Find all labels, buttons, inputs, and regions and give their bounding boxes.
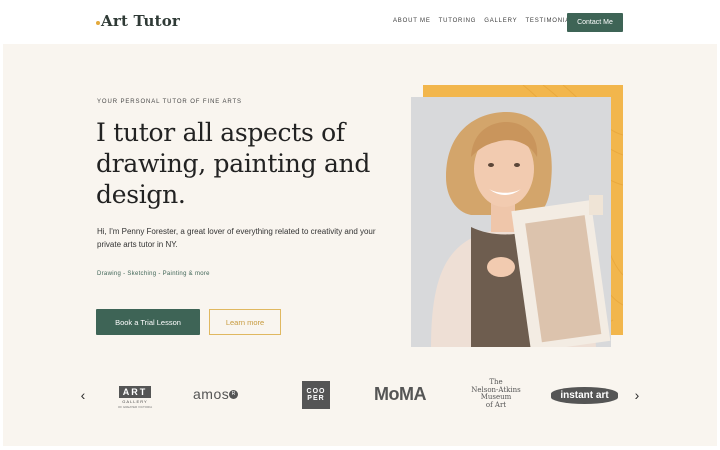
site-logo[interactable]: Art Tutor bbox=[96, 12, 180, 30]
logo-carousel-prev-button[interactable]: ‹ bbox=[78, 387, 88, 403]
logo-dot bbox=[96, 21, 100, 25]
learn-more-button[interactable]: Learn more bbox=[209, 309, 281, 335]
logo-carousel-next-button[interactable]: › bbox=[632, 387, 642, 403]
art-gallery-logo-sub1: GALLERY bbox=[122, 398, 148, 404]
moma-logo: MoMA bbox=[374, 384, 426, 404]
site-header: Art Tutor ABOUT ME TUTORING GALLERY TEST… bbox=[0, 0, 720, 44]
nav-about-me[interactable]: ABOUT ME bbox=[393, 18, 431, 24]
art-gallery-logo-main: ART bbox=[118, 385, 152, 398]
cooper-logo-line1: COO bbox=[306, 388, 326, 395]
main-nav: ABOUT ME TUTORING GALLERY TESTIMONIALS bbox=[393, 18, 579, 24]
amos-logo-mark: R bbox=[229, 389, 239, 399]
nav-tutoring[interactable]: TUTORING bbox=[439, 18, 477, 24]
tutor-portrait-illustration bbox=[411, 97, 611, 347]
cooper-logo-line2: PER bbox=[307, 395, 325, 402]
tutor-photo bbox=[411, 97, 611, 347]
nelson-atkins-logo: The Nelson-Atkins Museum of Art bbox=[463, 378, 529, 409]
hero-skills: Drawing - Sketching - Painting & more bbox=[97, 271, 210, 277]
hero-kicker: YOUR PERSONAL TUTOR OF FINE ARTS bbox=[97, 99, 242, 105]
nelson-logo-line4: of Art bbox=[485, 400, 507, 409]
hero-headline: I tutor all aspects of drawing, painting… bbox=[96, 118, 371, 209]
art-gallery-logo: ART GALLERY OF GREATER VICTORIA bbox=[111, 382, 159, 412]
book-trial-lesson-button[interactable]: Book a Trial Lesson bbox=[96, 309, 200, 335]
hero-intro: Hi, I'm Penny Forester, a great lover of… bbox=[97, 227, 376, 249]
cooper-hewitt-logo: COO PER bbox=[302, 381, 330, 409]
amos-logo-text: amos bbox=[193, 386, 230, 402]
amos-logo: amos R bbox=[193, 386, 239, 402]
site-logo-text: Art Tutor bbox=[101, 12, 181, 30]
contact-me-button[interactable]: Contact Me bbox=[567, 13, 623, 32]
nav-gallery[interactable]: GALLERY bbox=[484, 18, 517, 24]
instant-art-logo: instant art bbox=[551, 387, 618, 404]
art-gallery-logo-sub2: OF GREATER VICTORIA bbox=[117, 404, 153, 409]
